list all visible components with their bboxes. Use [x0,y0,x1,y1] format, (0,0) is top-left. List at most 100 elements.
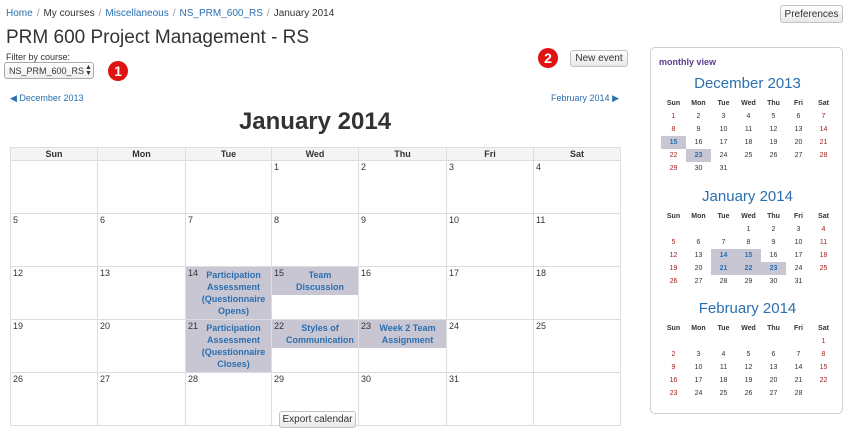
mini-day[interactable]: 10 [786,236,811,249]
mini-day[interactable]: 12 [661,249,686,262]
mini-day[interactable]: 6 [786,110,811,123]
mini-day[interactable]: 11 [811,236,836,249]
mini-day[interactable]: 1 [811,335,836,348]
mini-day[interactable]: 10 [686,361,711,374]
mini-day[interactable]: 8 [661,123,686,136]
calendar-day-cell[interactable]: 1 [271,160,359,214]
mini-day[interactable]: 31 [786,275,811,288]
mini-day[interactable]: 22 [811,374,836,387]
calendar-day-cell[interactable]: 2 [358,160,447,214]
mini-day[interactable]: 3 [786,223,811,236]
calendar-day-cell[interactable]: 13 [97,266,186,320]
mini-day[interactable]: 8 [811,348,836,361]
calendar-day-cell[interactable]: 25 [533,319,621,373]
mini-day[interactable]: 23 [661,387,686,400]
mini-day[interactable]: 18 [736,136,761,149]
mini-day[interactable]: 21 [811,136,836,149]
mini-day[interactable]: 24 [686,387,711,400]
mini-day[interactable]: 20 [786,136,811,149]
mini-day[interactable]: 25 [711,387,736,400]
mini-day[interactable]: 27 [686,275,711,288]
mini-day[interactable]: 29 [661,162,686,175]
mini-day[interactable]: 13 [786,123,811,136]
mini-day[interactable]: 22 [736,262,761,275]
calendar-day-cell[interactable]: 26 [10,372,98,426]
mini-day[interactable]: 19 [661,262,686,275]
preferences-button[interactable]: Preferences [780,5,843,23]
mini-day[interactable]: 28 [811,149,836,162]
calendar-day-cell[interactable]: 16 [358,266,447,320]
new-event-button[interactable]: New event [570,50,628,67]
mini-day[interactable]: 12 [736,361,761,374]
mini-day[interactable]: 22 [661,149,686,162]
mini-day[interactable]: 17 [686,374,711,387]
mini-day[interactable]: 7 [711,236,736,249]
breadcrumb-my-courses[interactable]: My courses [43,8,94,19]
mini-day[interactable]: 18 [811,249,836,262]
mini-month-title[interactable]: February 2014 [651,300,844,317]
mini-day[interactable]: 31 [711,162,736,175]
calendar-day-cell[interactable]: 31 [446,372,534,426]
mini-day[interactable]: 24 [711,149,736,162]
calendar-day-cell[interactable]: 17 [446,266,534,320]
mini-day[interactable]: 26 [661,275,686,288]
calendar-event-link[interactable]: Team Discussion [272,267,358,295]
calendar-day-cell[interactable]: 23 Week 2 Team Assignment [358,319,447,373]
mini-day[interactable]: 7 [786,348,811,361]
mini-day[interactable]: 15 [811,361,836,374]
mini-day[interactable]: 4 [811,223,836,236]
calendar-day-cell[interactable]: 7 [185,213,272,267]
calendar-event-link[interactable]: Participation Assessment (Questionnaire … [186,320,271,372]
mini-day[interactable]: 16 [661,374,686,387]
export-calendar-button[interactable]: Export calendar [279,411,356,428]
calendar-day-cell[interactable]: 3 [446,160,534,214]
mini-day[interactable]: 20 [761,374,786,387]
mini-month-title[interactable]: January 2014 [651,188,844,205]
mini-day[interactable]: 14 [711,249,736,262]
mini-day[interactable]: 20 [686,262,711,275]
mini-day[interactable]: 14 [786,361,811,374]
mini-day[interactable]: 4 [711,348,736,361]
mini-day[interactable]: 27 [786,149,811,162]
mini-day[interactable]: 2 [661,348,686,361]
mini-day[interactable]: 23 [761,262,786,275]
mini-day[interactable]: 24 [786,262,811,275]
calendar-day-cell[interactable]: 18 [533,266,621,320]
mini-month-title[interactable]: December 2013 [651,75,844,92]
mini-day[interactable]: 9 [761,236,786,249]
mini-day[interactable]: 23 [686,149,711,162]
calendar-day-cell[interactable]: 22 Styles of Communication [271,319,359,373]
calendar-day-cell[interactable]: 11 [533,213,621,267]
calendar-day-cell[interactable]: 5 [10,213,98,267]
mini-day[interactable]: 5 [736,348,761,361]
calendar-day-cell[interactable]: 6 [97,213,186,267]
mini-day[interactable]: 7 [811,110,836,123]
mini-day[interactable]: 3 [686,348,711,361]
mini-day[interactable]: 1 [736,223,761,236]
mini-day[interactable]: 13 [761,361,786,374]
mini-day[interactable]: 29 [736,275,761,288]
mini-day[interactable]: 26 [736,387,761,400]
mini-day[interactable]: 13 [686,249,711,262]
mini-day[interactable]: 8 [736,236,761,249]
calendar-day-cell[interactable]: 27 [97,372,186,426]
calendar-event-link[interactable]: Participation Assessment (Questionnaire … [186,267,271,319]
mini-day[interactable]: 27 [761,387,786,400]
mini-day[interactable]: 25 [811,262,836,275]
calendar-day-cell[interactable]: 10 [446,213,534,267]
calendar-day-cell[interactable]: 4 [533,160,621,214]
mini-day[interactable]: 17 [786,249,811,262]
calendar-day-cell[interactable]: 8 [271,213,359,267]
calendar-event-link[interactable]: Week 2 Team Assignment [359,320,446,348]
mini-day[interactable]: 30 [761,275,786,288]
mini-day[interactable]: 15 [661,136,686,149]
mini-day[interactable]: 19 [736,374,761,387]
mini-day[interactable]: 11 [711,361,736,374]
mini-day[interactable]: 11 [736,123,761,136]
breadcrumb-home[interactable]: Home [6,8,33,19]
mini-day[interactable]: 14 [811,123,836,136]
mini-day[interactable]: 2 [761,223,786,236]
calendar-day-cell[interactable]: 24 [446,319,534,373]
mini-day[interactable]: 21 [786,374,811,387]
mini-day[interactable]: 6 [761,348,786,361]
